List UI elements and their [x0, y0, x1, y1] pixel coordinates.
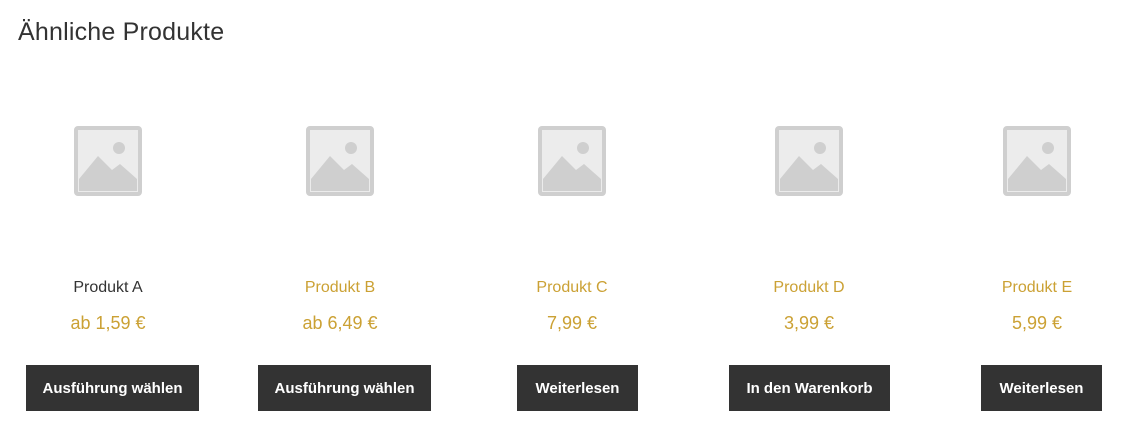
- product-name-link[interactable]: Produkt B: [224, 279, 456, 297]
- image-placeholder-icon[interactable]: [538, 126, 606, 196]
- product-card: Produkt B ab 6,49 € Ausführung wählen: [224, 0, 456, 426]
- read-more-button[interactable]: Weiterlesen: [981, 365, 1102, 411]
- product-price: 3,99 €: [783, 313, 835, 333]
- add-to-cart-button[interactable]: In den Warenkorb: [729, 365, 890, 411]
- product-name-link[interactable]: Produkt E: [921, 279, 1127, 297]
- product-price: ab 6,49 €: [302, 313, 378, 333]
- select-variant-button[interactable]: Ausführung wählen: [26, 365, 199, 411]
- product-name-link[interactable]: Produkt D: [693, 279, 925, 297]
- product-name: Produkt A: [73, 279, 143, 296]
- image-placeholder-icon[interactable]: [775, 126, 843, 196]
- product-card: Produkt C 7,99 € Weiterlesen: [456, 0, 688, 426]
- product-price: 5,99 €: [1011, 313, 1063, 333]
- product-card: Produkt D 3,99 € In den Warenkorb: [693, 0, 925, 426]
- product-name-link[interactable]: Produkt C: [456, 279, 688, 297]
- image-placeholder-icon[interactable]: [74, 126, 142, 196]
- related-products-list: Produkt A ab 1,59 € Ausführung wählen Pr…: [0, 0, 1127, 426]
- product-card: Produkt E 5,99 € Weiterlesen: [921, 0, 1127, 426]
- select-variant-button[interactable]: Ausführung wählen: [258, 365, 431, 411]
- read-more-button[interactable]: Weiterlesen: [517, 365, 638, 411]
- product-price: ab 1,59 €: [70, 313, 146, 333]
- product-price: 7,99 €: [546, 313, 598, 333]
- image-placeholder-icon[interactable]: [1003, 126, 1071, 196]
- product-card: Produkt A ab 1,59 € Ausführung wählen: [0, 0, 224, 426]
- image-placeholder-icon[interactable]: [306, 126, 374, 196]
